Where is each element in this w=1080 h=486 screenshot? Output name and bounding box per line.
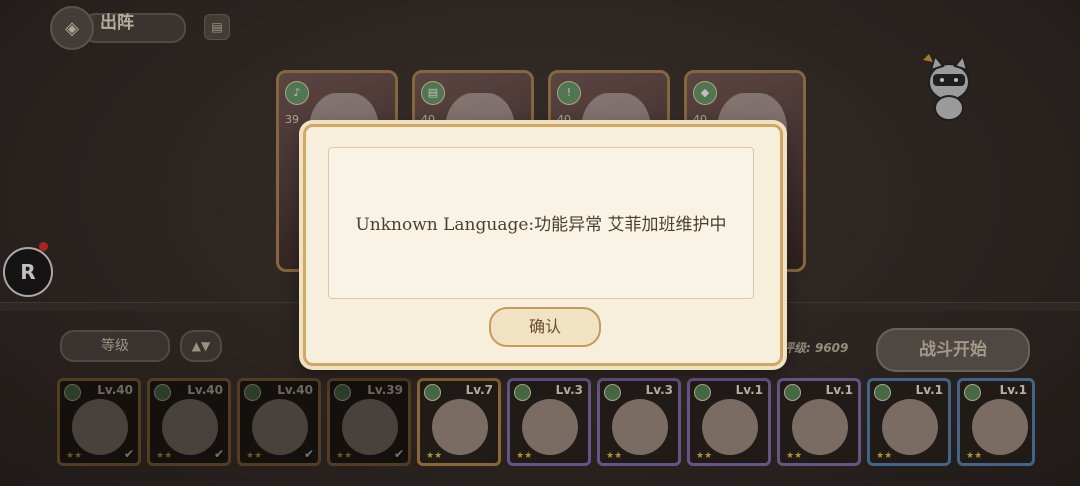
error-dialog: Unknown Language:功能异常 艾菲加班维护中 确认 bbox=[303, 124, 783, 366]
dialog-message: Unknown Language:功能异常 艾菲加班维护中 bbox=[355, 215, 727, 235]
confirm-button[interactable]: 确认 bbox=[489, 307, 601, 347]
dialog-body: Unknown Language:功能异常 艾菲加班维护中 bbox=[328, 147, 754, 299]
